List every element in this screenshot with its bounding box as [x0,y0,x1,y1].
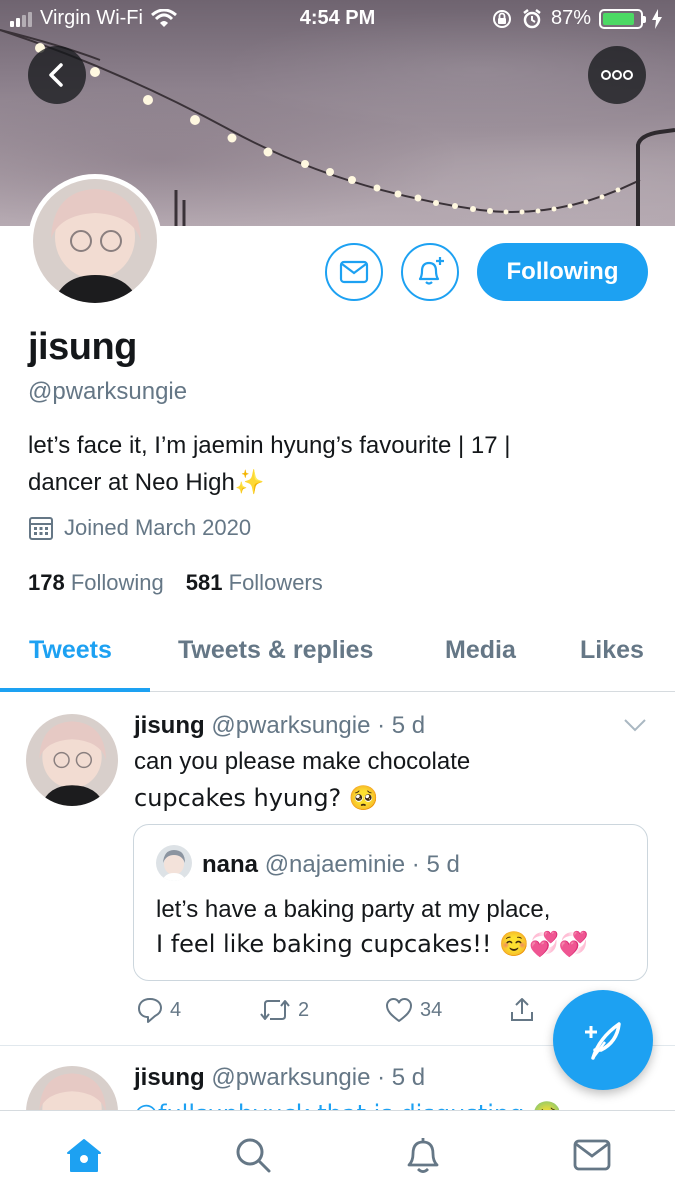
active-tab-indicator [0,688,150,692]
avatar-image [33,179,157,303]
tweet-actions: 4 2 34 [134,996,554,1032]
chevron-down-icon[interactable] [623,718,647,732]
quoted-tweet[interactable]: nana @najaeminie · 5 d let’s have a baki… [133,824,648,981]
quoted-text-line: let’s have a baking party at my place, [156,896,551,923]
profile-bio: let’s face it, I’m jaemin hyung’s favour… [28,428,648,501]
compose-tweet-icon [585,1022,621,1060]
tweet-time: 5 d [391,1064,426,1091]
tab-likes[interactable]: Likes [580,636,644,665]
bell-icon [407,1138,439,1173]
heart-icon [386,998,412,1022]
share-button[interactable] [508,996,536,1024]
tab-tweets[interactable]: Tweets [29,636,112,665]
quoted-avatar [156,845,192,881]
follow-stats: 178 Following 581 Followers [28,570,323,596]
bio-line-2: dancer at Neo High [28,469,235,496]
back-button[interactable] [28,46,86,104]
reply-count: 4 [170,998,182,1021]
tweet-author-name: jisung [134,1064,205,1091]
bell-plus-icon [418,257,444,285]
retweet-icon [260,1000,290,1020]
charging-icon [652,8,662,29]
reply-button[interactable]: 4 [136,996,181,1024]
following-stat[interactable]: 178 Following [28,570,164,596]
battery-percent: 87% [550,7,591,29]
search-icon [236,1138,271,1173]
quoted-text: let’s have a baking party at my place, I… [156,893,636,961]
tweet-author-handle: @pwarksungie [211,712,371,739]
profile-handle: @pwarksungie [28,378,188,405]
retweet-button[interactable]: 2 [258,996,309,1024]
more-button[interactable] [588,46,646,104]
joined-label: Joined March 2020 [64,515,252,540]
following-count: 178 [28,570,65,595]
battery-icon [599,8,646,29]
profile-name: jisung [28,326,137,368]
tweet-text: can you please make chocolate cupcakes h… [134,744,614,816]
envelope-icon [339,260,369,284]
avatar-image [156,845,192,881]
nav-home[interactable] [62,1133,106,1177]
rotation-lock-icon [492,9,511,28]
followers-stat[interactable]: 581 Followers [186,570,323,596]
status-bar: Virgin Wi-Fi 4:54 PM 87% [0,0,675,40]
sparkles-emoji: ✨ [234,468,265,496]
more-icon [601,70,633,80]
followers-label: Followers [228,570,323,595]
quoted-author-name: nana [202,851,259,878]
quoted-text-line: I feel like baking cupcakes!! ☺️💞💞 [156,930,589,958]
like-count: 34 [420,998,443,1021]
tweet-avatar[interactable] [26,714,118,806]
tweet-author-name: jisung [134,712,205,739]
followers-count: 581 [185,570,223,595]
compose-tweet-button[interactable] [553,990,653,1090]
bottom-navigation [0,1110,675,1200]
notifications-toggle-button[interactable] [401,243,459,301]
profile-tabs: Tweets Tweets & replies Media Likes [0,618,675,692]
retweet-count: 2 [298,998,310,1021]
quoted-header: nana @najaeminie · 5 d [202,851,460,878]
tab-tweets-replies[interactable]: Tweets & replies [178,636,373,665]
following-button[interactable]: Following [477,243,648,301]
like-button[interactable]: 34 [384,996,442,1024]
tab-media[interactable]: Media [445,636,516,665]
tweet-text-line: cupcakes hyung? 🥺 [134,784,379,812]
message-button[interactable] [325,243,383,301]
back-arrow-icon [49,63,63,87]
reply-icon [138,998,162,1023]
tweet-header: jisung @pwarksungie · 5 d [134,712,426,739]
tweet-author-handle: @pwarksungie [211,1064,371,1091]
share-icon [511,998,533,1021]
following-label: Following [70,570,164,595]
tweet-header: jisung @pwarksungie · 5 d [134,1064,426,1091]
avatar-image [26,714,118,806]
quoted-author-handle: @najaeminie [264,851,406,878]
home-icon [67,1139,101,1172]
tweet-text-line: can you please make chocolate [134,748,471,775]
bio-line-1: let’s face it, I’m jaemin hyung’s favour… [28,432,511,459]
profile-avatar[interactable] [28,174,162,308]
nav-search[interactable] [231,1133,275,1177]
nav-messages[interactable] [570,1133,614,1177]
nav-notifications[interactable] [401,1133,445,1177]
calendar-icon [29,517,53,540]
quoted-time: 5 d [426,851,460,878]
alarm-icon [523,8,541,28]
mail-icon [573,1139,611,1171]
joined-date: Joined March 2020 [28,515,251,541]
tweet-time: 5 d [391,712,426,739]
